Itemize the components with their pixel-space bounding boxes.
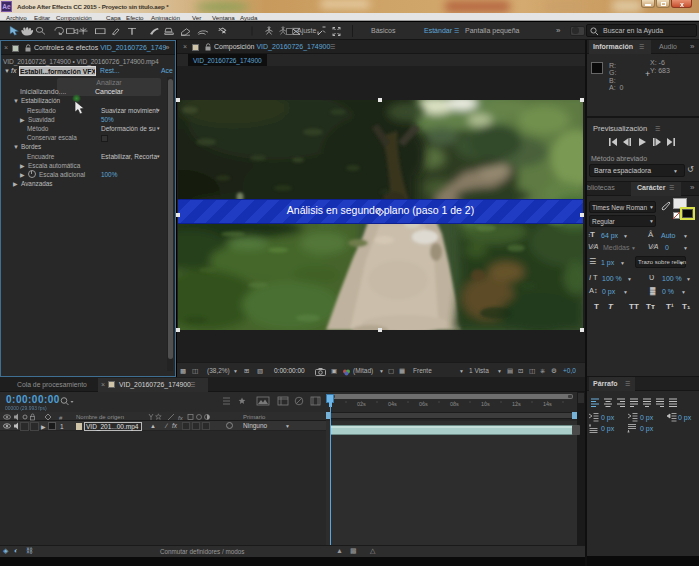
svg-text:fx: fx [178, 415, 184, 421]
svg-text:#: # [59, 415, 63, 421]
